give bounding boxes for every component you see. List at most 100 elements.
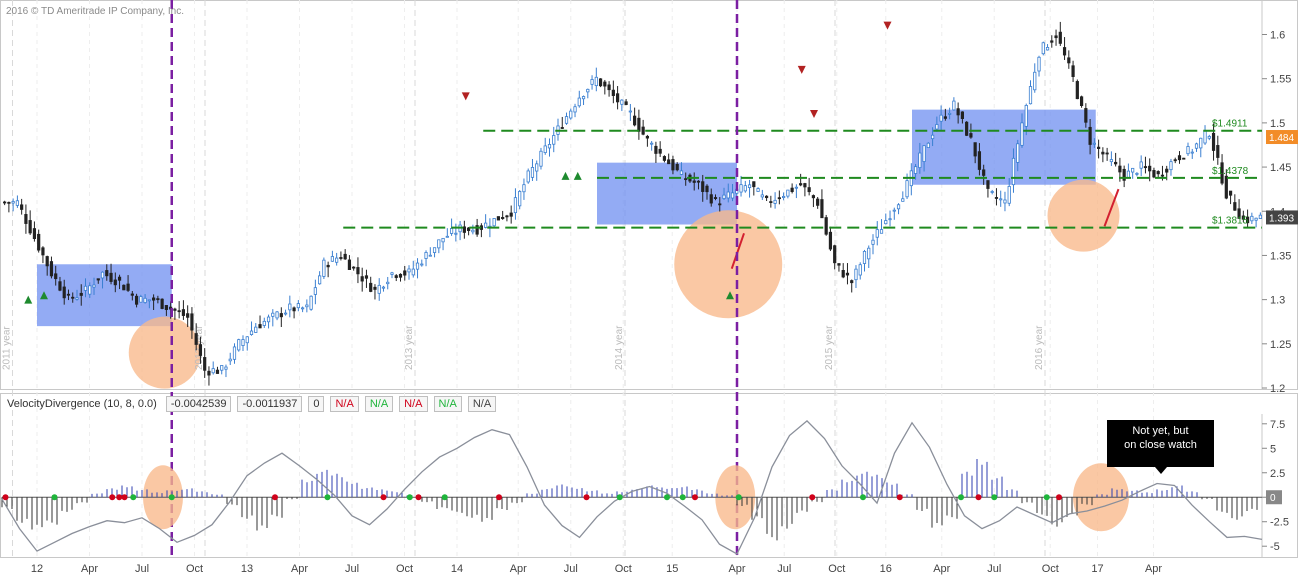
y-tick-label: 1.6 [1270, 30, 1285, 42]
zero-tag-label: 0 [1270, 493, 1276, 504]
candle-body [547, 144, 552, 149]
y-tick-label: 1.2 [1270, 383, 1285, 395]
candle-body [833, 245, 837, 264]
candle-body [896, 204, 901, 210]
candle-body [407, 268, 411, 273]
candle-body [530, 167, 535, 178]
candle-body [867, 247, 871, 260]
candle-body [615, 93, 620, 103]
x-tick-label: Apr [291, 563, 308, 575]
candle-body [62, 286, 66, 299]
candle-body [807, 187, 811, 193]
x-tick-label: 15 [666, 563, 678, 575]
candle-body [684, 178, 688, 181]
signal-dot [496, 494, 502, 501]
candle-body [901, 198, 905, 202]
candle-body [1194, 143, 1199, 149]
candle-body [1075, 81, 1079, 100]
candle-body [322, 259, 326, 277]
candle-body [552, 135, 556, 145]
candle-body [1203, 130, 1207, 144]
candle-body [607, 84, 611, 91]
candle-body [326, 264, 330, 268]
candle-body [454, 232, 458, 235]
signal-dot [380, 494, 387, 501]
candle-body [415, 262, 420, 270]
candle-body [1037, 56, 1041, 72]
candle-body [1092, 142, 1096, 145]
candle-body [1186, 146, 1190, 155]
candle-body [1254, 217, 1258, 221]
y-tick-label: 1.45 [1270, 162, 1291, 174]
candle-body [939, 114, 943, 122]
candle-body [543, 145, 547, 153]
candle-body [1152, 170, 1156, 178]
candle-body [100, 271, 105, 279]
candle-body [1088, 126, 1092, 145]
candle-body [143, 297, 147, 303]
candle-body [377, 284, 381, 294]
candle-body [318, 275, 322, 285]
candle-body [1148, 165, 1152, 172]
candle-body [20, 204, 24, 210]
study-na-5: N/A [467, 396, 497, 412]
candle-body [824, 217, 828, 235]
candle-body [794, 186, 798, 189]
candle-body [526, 170, 530, 183]
y-tick-label: 1.35 [1270, 250, 1291, 262]
candle-body [633, 115, 637, 126]
signal-arrow [573, 171, 582, 180]
signal-dot [991, 494, 998, 501]
candle-body [509, 212, 513, 217]
candle-body [1041, 42, 1045, 55]
signal-dot [415, 494, 422, 501]
candle-body [709, 194, 713, 204]
year-label: 2014 year [614, 325, 625, 370]
candle-body [177, 310, 181, 313]
candle-body [215, 369, 220, 374]
signal-arrow [24, 295, 33, 304]
candle-body [569, 110, 573, 119]
candle-body [441, 237, 445, 243]
candle-body [1054, 35, 1058, 39]
x-tick-label: Jul [345, 563, 359, 575]
candle-body [1045, 46, 1050, 51]
candle-body [300, 307, 305, 310]
candle-body [671, 159, 675, 171]
highlight-circle [674, 210, 783, 319]
level-label: $1.3815 [1212, 216, 1249, 227]
signal-arrow [797, 65, 806, 74]
candle-body [92, 284, 96, 288]
candle-body [7, 201, 11, 204]
candle-body [207, 370, 211, 376]
signal-dot [860, 494, 866, 501]
candle-body [722, 194, 726, 199]
candle-body [71, 296, 75, 299]
candle-body [1020, 122, 1024, 146]
candle-body [1033, 71, 1037, 91]
candle-body [888, 218, 892, 221]
study-name[interactable]: VelocityDivergence (10, 8, 0.0) [4, 397, 160, 411]
candle-body [858, 264, 862, 276]
candle-body [1079, 96, 1084, 106]
candle-body [1028, 86, 1033, 105]
candle-body [713, 197, 718, 199]
candle-body [782, 195, 786, 198]
candle-body [1067, 57, 1071, 64]
study-na-1: N/A [330, 396, 359, 412]
signal-dot [272, 494, 278, 501]
candle-body [471, 229, 475, 233]
candle-body [1139, 161, 1143, 169]
candle-body [573, 106, 577, 113]
x-tick-label: Oct [1042, 563, 1059, 575]
year-label: 2011 year [2, 326, 13, 370]
candle-body [1084, 108, 1088, 123]
candle-body [390, 272, 394, 275]
candle-body [952, 100, 956, 111]
study-value-3: 0 [308, 396, 325, 412]
candle-body [373, 286, 377, 290]
signal-dot [109, 494, 116, 501]
candle-body [1101, 151, 1105, 155]
candle-body [1169, 161, 1173, 171]
candle-body [194, 333, 198, 345]
